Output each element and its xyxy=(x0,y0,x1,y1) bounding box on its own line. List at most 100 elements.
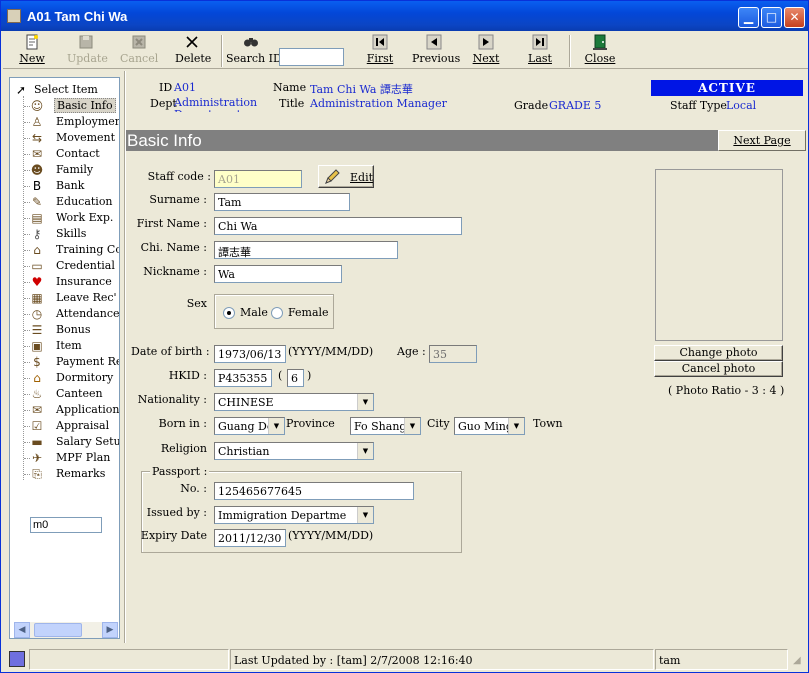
chinese-name-field[interactable]: 譚志華 xyxy=(214,241,398,259)
name-value: Tam Chi Wa 譚志華 xyxy=(310,83,413,96)
chevron-down-icon[interactable]: ▼ xyxy=(357,443,373,459)
cancel-button[interactable]: Cancel xyxy=(120,34,158,65)
expiry-date-field[interactable]: 2011/12/30 xyxy=(214,529,286,547)
calendar-icon: ▦ xyxy=(31,291,43,305)
search-id-input[interactable] xyxy=(279,48,344,66)
next-page-button[interactable]: Next Page xyxy=(718,130,806,151)
sidebar-item-insurance[interactable]: ♥ Insurance xyxy=(10,274,119,290)
sidebar-item-dormitory[interactable]: ⌂ Dormitory xyxy=(10,370,119,386)
sidebar-item-bank[interactable]: B Bank xyxy=(10,178,119,194)
passport-no-field[interactable]: 125465677645 xyxy=(214,482,414,500)
new-button[interactable]: New xyxy=(17,34,47,65)
sidebar-filter-input[interactable] xyxy=(30,517,102,533)
scroll-left-icon[interactable]: ◀ xyxy=(14,622,30,638)
hkid-field[interactable]: P435355 xyxy=(214,369,272,387)
province-select[interactable]: Guang Do: ▼ xyxy=(214,417,285,435)
chevron-down-icon[interactable]: ▼ xyxy=(508,418,524,434)
pane-divider[interactable] xyxy=(124,71,126,643)
previous-button[interactable]: Previous xyxy=(412,34,460,65)
sidebar-item-credential[interactable]: ▭ Credential xyxy=(10,258,119,274)
sidebar-item-skills[interactable]: ⚷ Skills xyxy=(10,226,119,242)
minimize-button[interactable]: ▁ xyxy=(738,7,759,28)
chevron-down-icon[interactable]: ▼ xyxy=(357,507,373,523)
chinese-name-label: Chi. Name : xyxy=(140,241,207,254)
female-radio[interactable] xyxy=(271,307,283,319)
sidebar-item-label: Dormitory xyxy=(56,371,114,384)
sidebar-item-remarks[interactable]: ⎘ Remarks xyxy=(10,466,119,482)
cancel-photo-button[interactable]: Cancel photo xyxy=(654,361,783,377)
sidebar-item-label: Skills xyxy=(56,227,87,240)
education-icon: ✎ xyxy=(31,195,43,209)
nickname-field[interactable]: Wa xyxy=(214,265,342,283)
chevron-down-icon[interactable]: ▼ xyxy=(268,418,284,434)
sidebar-item-label: Item xyxy=(56,339,82,352)
edit-button[interactable]: Edit xyxy=(318,165,374,188)
tree-root[interactable]: ➚ Select Item xyxy=(10,82,119,98)
sidebar-item-basic-info[interactable]: ☺ Basic Info xyxy=(10,98,119,114)
payment-icon: $ xyxy=(33,355,41,369)
sidebar-item-payment-rec[interactable]: $ Payment Rec' xyxy=(10,354,119,370)
sidebar-item-label: Work Exp. xyxy=(56,211,114,224)
sidebar-item-appraisal[interactable]: ☑ Appraisal xyxy=(10,418,119,434)
passport-label: Passport : xyxy=(150,465,210,478)
sidebar-item-employment[interactable]: ♙ Employment xyxy=(10,114,119,130)
sidebar-item-work-exp[interactable]: ▤ Work Exp. xyxy=(10,210,119,226)
sidebar-item-label: Education xyxy=(56,195,113,208)
sidebar-item-training-cou[interactable]: ⌂ Training Cou xyxy=(10,242,119,258)
nationality-select[interactable]: CHINESE ▼ xyxy=(214,393,374,411)
resize-grip-icon[interactable]: ◢ xyxy=(793,655,801,666)
first-button[interactable]: First xyxy=(365,34,395,65)
sidebar-item-bonus[interactable]: ☰ Bonus xyxy=(10,322,119,338)
grade-label: Grade xyxy=(514,99,549,112)
change-photo-button[interactable]: Change photo xyxy=(654,345,783,361)
sidebar-item-education[interactable]: ✎ Education xyxy=(10,194,119,210)
city-select[interactable]: Fo Shang ▼ xyxy=(350,417,421,435)
chevron-down-icon[interactable]: ▼ xyxy=(404,418,420,434)
delete-button[interactable]: Delete xyxy=(175,34,211,65)
photo-frame[interactable] xyxy=(655,169,783,341)
sidebar-item-label: Bank xyxy=(56,179,85,192)
first-name-field[interactable]: Chi Wa xyxy=(214,217,462,235)
close-button[interactable]: Close xyxy=(584,34,616,65)
hkid-check-digit-field[interactable]: 6 xyxy=(287,369,304,387)
search-id-tool[interactable]: Search ID xyxy=(226,34,282,65)
name-label: Name xyxy=(273,81,307,94)
contact-icon: ✉ xyxy=(31,147,43,161)
last-updated-text: Last Updated by : [tam] 2/7/2008 12:16:4… xyxy=(230,649,654,670)
sidebar-item-canteen[interactable]: ♨ Canteen xyxy=(10,386,119,402)
chevron-down-icon[interactable]: ▼ xyxy=(357,394,373,410)
sidebar-item-label: Movement xyxy=(56,131,116,144)
sidebar-item-mpf-plan[interactable]: ✈ MPF Plan xyxy=(10,450,119,466)
sidebar-item-leave-rec[interactable]: ▦ Leave Rec' xyxy=(10,290,119,306)
update-button[interactable]: Update xyxy=(67,34,108,65)
sidebar-item-label: Basic Info xyxy=(54,98,116,113)
next-button[interactable]: Next xyxy=(471,34,501,65)
mpf-icon: ✈ xyxy=(31,451,43,465)
sidebar-item-item[interactable]: ▣ Item xyxy=(10,338,119,354)
last-button[interactable]: Last xyxy=(525,34,555,65)
town-select[interactable]: Guo Ming ▼ xyxy=(454,417,525,435)
new-icon xyxy=(24,34,40,50)
application-icon: ✉ xyxy=(31,403,43,417)
sidebar-item-label: Canteen xyxy=(56,387,103,400)
sidebar-item-attendance[interactable]: ◷ Attendance xyxy=(10,306,119,322)
maximize-button[interactable]: □ xyxy=(761,7,782,28)
issued-by-select[interactable]: Immigration Departme ▼ xyxy=(214,506,374,524)
sidebar-item-family[interactable]: ☻ Family xyxy=(10,162,119,178)
sidebar-item-contact[interactable]: ✉ Contact xyxy=(10,146,119,162)
sidebar-item-movement[interactable]: ⇆ Movement xyxy=(10,130,119,146)
scroll-thumb[interactable] xyxy=(34,623,82,637)
sidebar-hscrollbar[interactable]: ◀ ▶ xyxy=(14,622,118,638)
dob-field[interactable]: 1973/06/13 xyxy=(214,345,286,363)
religion-select[interactable]: Christian ▼ xyxy=(214,442,374,460)
staff-code-field[interactable]: A01 xyxy=(214,170,302,188)
sidebar-item-application[interactable]: ✉ Application xyxy=(10,402,119,418)
close-window-button[interactable]: ✕ xyxy=(784,7,805,28)
surname-field[interactable]: Tam xyxy=(214,193,350,211)
scroll-right-icon[interactable]: ▶ xyxy=(102,622,118,638)
male-radio[interactable] xyxy=(223,307,235,319)
section-title: Basic Info xyxy=(127,131,202,150)
sidebar-item-salary-setup[interactable]: ▬ Salary Setup xyxy=(10,434,119,450)
surname-label: Surname : xyxy=(149,193,207,206)
title-bar[interactable]: A01 Tam Chi Wa ▁ □ ✕ xyxy=(1,1,808,31)
